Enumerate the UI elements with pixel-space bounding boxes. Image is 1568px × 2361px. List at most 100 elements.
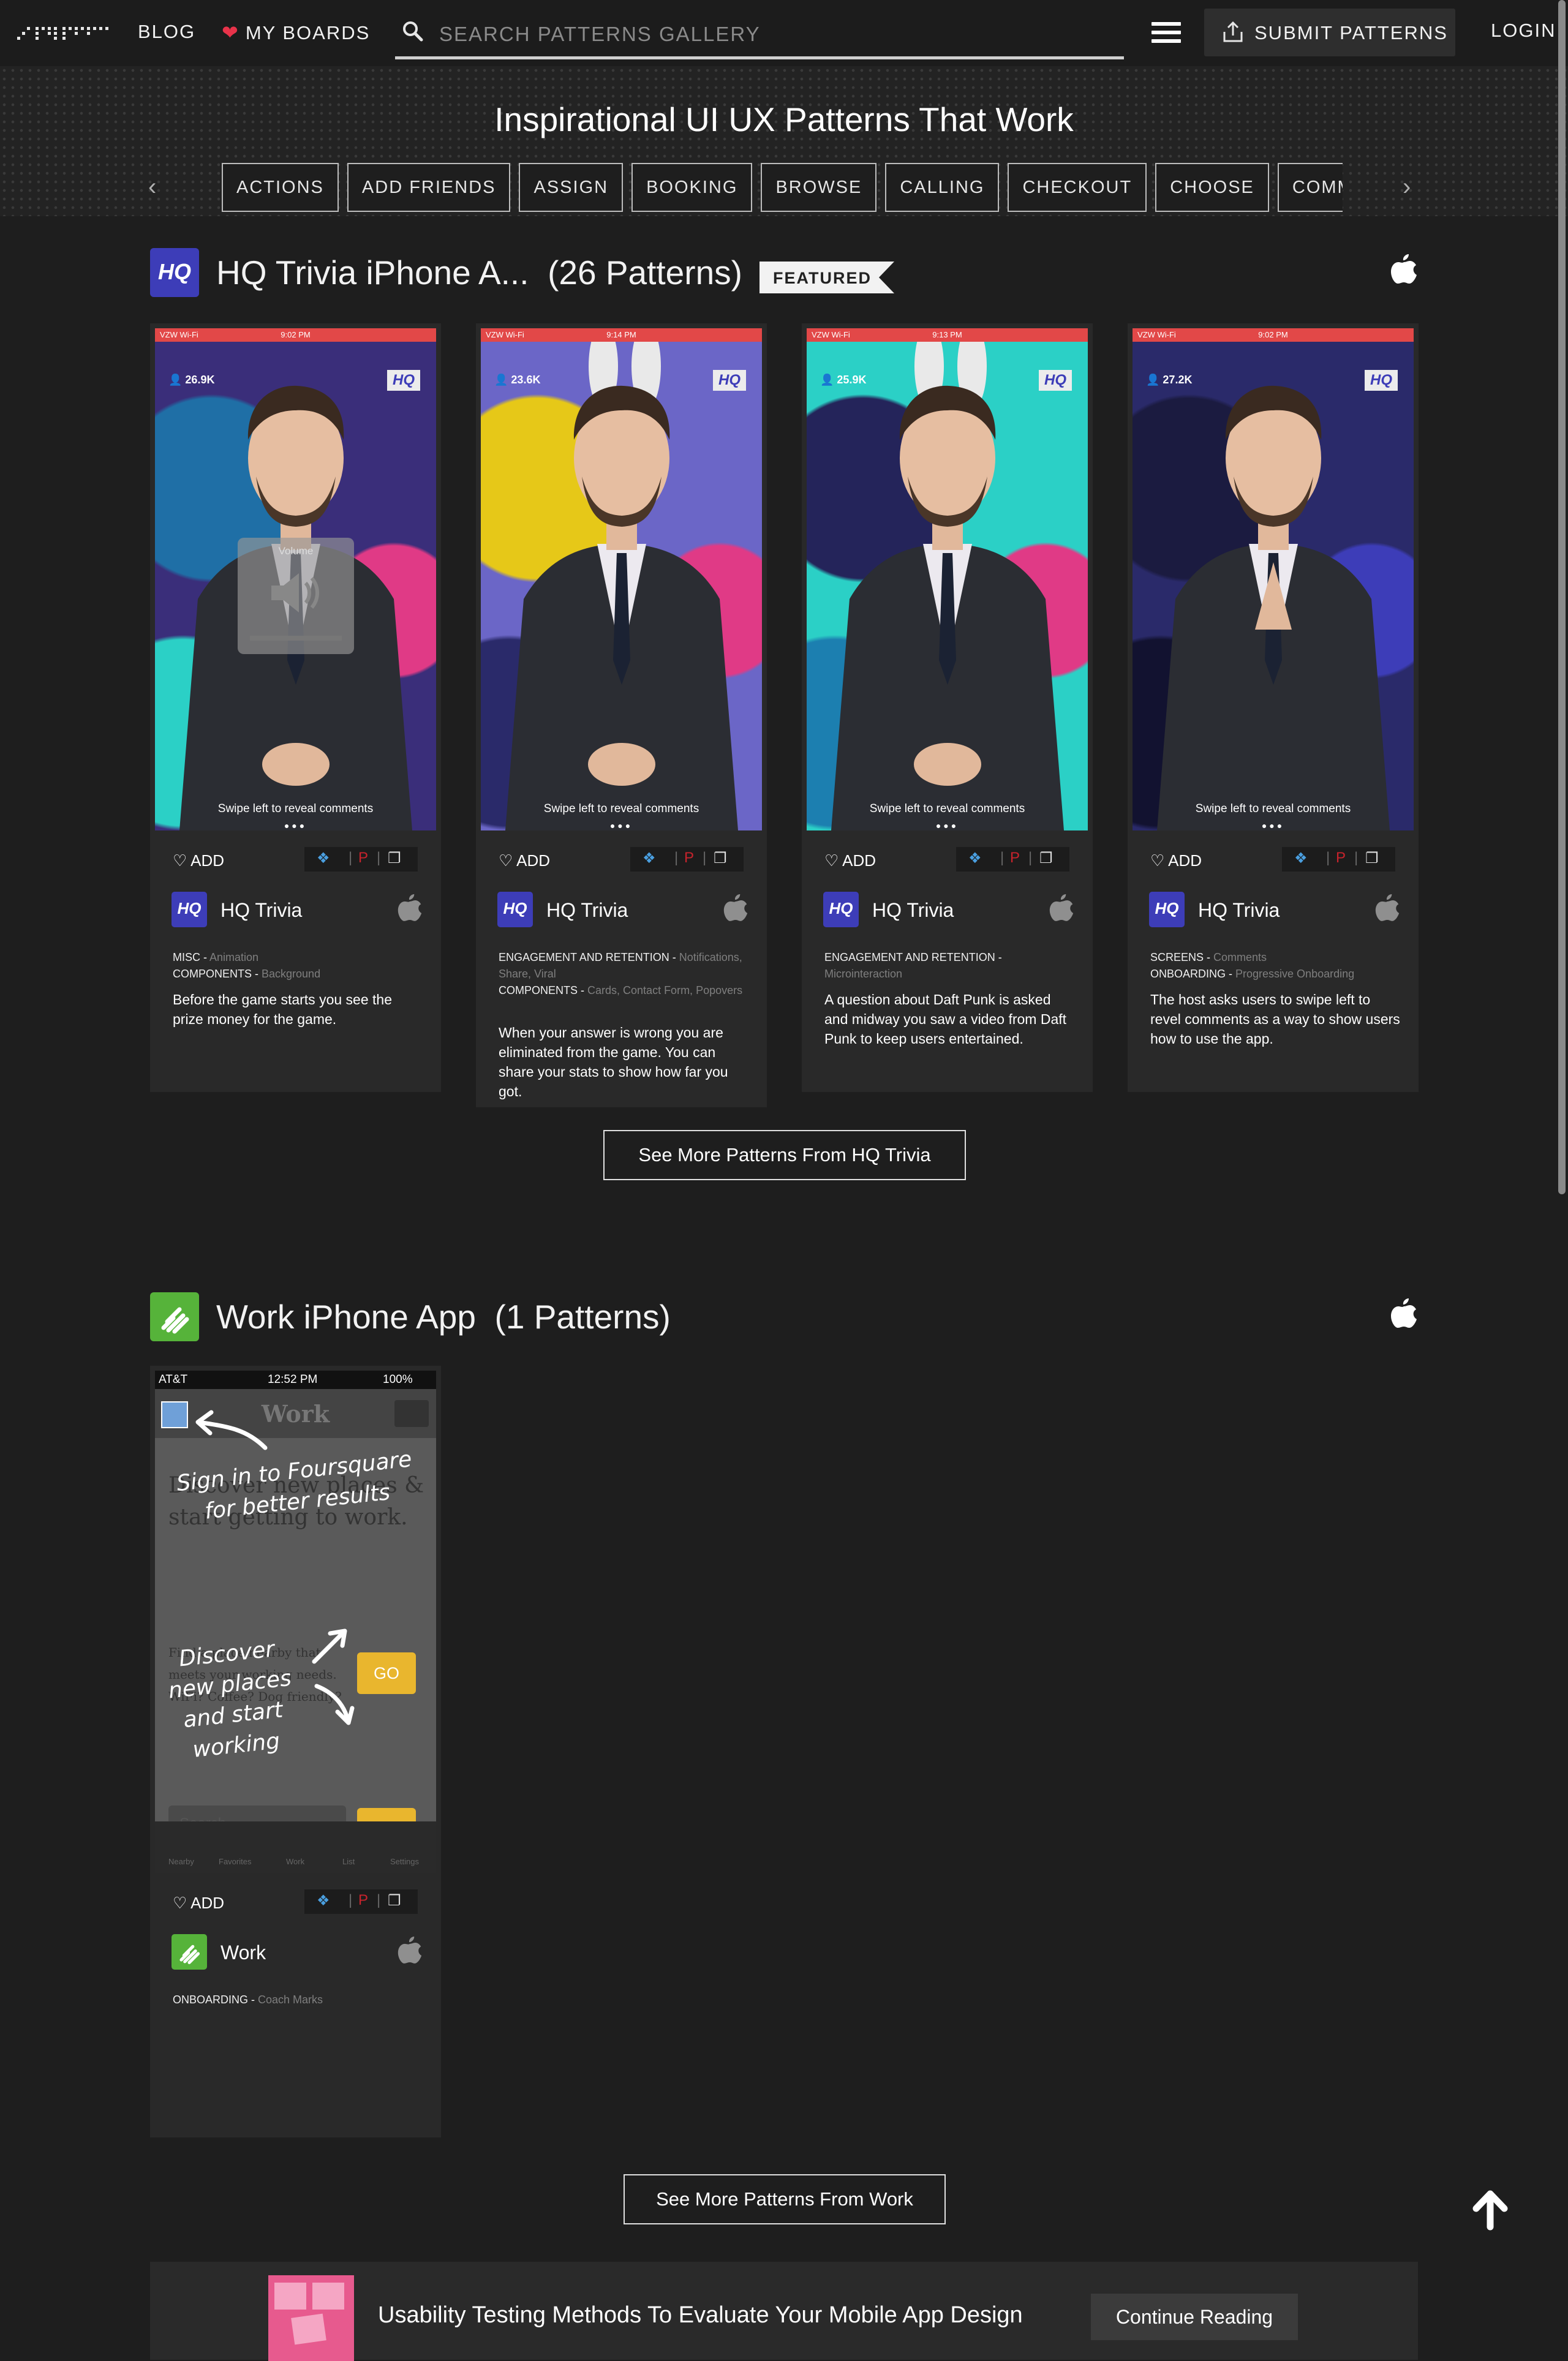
chevron-right-icon[interactable]: › [1403, 173, 1411, 201]
app-name[interactable]: Work [221, 1941, 266, 1964]
pattern-card-hq-trivia[interactable]: VZW Wi-Fi 9:13 PM 👤 25.9K HQ Swipe left to r… [802, 323, 1093, 1092]
upload-icon [1223, 21, 1243, 42]
tag-subcategory[interactable]: Progressive Onboarding [1235, 968, 1354, 980]
pattern-card-work[interactable]: AT&T 12:52 PM 100% Work Discover new pla… [150, 1366, 441, 2137]
add-to-board-button[interactable]: ♡ ADD [499, 851, 550, 870]
twitter-icon[interactable]: ❖ [317, 1892, 330, 1910]
category-chip-booking[interactable]: BOOKING [631, 163, 753, 212]
hq-trivia-app-icon[interactable]: HQ [1149, 892, 1185, 927]
category-chip-checkout[interactable]: CHECKOUT [1008, 163, 1147, 212]
app-name[interactable]: HQ Trivia [1198, 899, 1280, 922]
tag-category[interactable]: ONBOARDING [1150, 968, 1226, 980]
volume-hud: Volume [238, 538, 354, 654]
app-name[interactable]: HQ Trivia [221, 899, 302, 922]
page-dots: ●●● [935, 821, 959, 830]
tag-category[interactable]: COMPONENTS [173, 968, 252, 980]
hq-trivia-app-icon[interactable]: HQ [150, 248, 199, 297]
pinterest-icon[interactable]: P [684, 849, 694, 867]
tag-category[interactable]: ONBOARDING [173, 1994, 248, 2006]
tag-subcategory[interactable]: Microinteraction [824, 968, 902, 980]
twitter-icon[interactable]: ❖ [317, 849, 330, 867]
pattern-card-hq-trivia[interactable]: VZW Wi-Fi 9:02 PM 👤 27.2K HQ Swipe left to r… [1128, 323, 1419, 1092]
see-more-work-button[interactable]: See More Patterns From Work [624, 2174, 946, 2224]
menu-icon[interactable] [1152, 22, 1181, 44]
page-title: Inspirational UI UX Patterns That Work [494, 100, 1074, 138]
pinterest-icon[interactable]: P [1336, 849, 1346, 867]
tag-category[interactable]: MISC [173, 951, 200, 963]
scroll-to-top-icon[interactable] [1469, 2189, 1512, 2232]
pattern-screenshot[interactable]: VZW Wi-Fi 9:14 PM 👤 23.6K HQ Swipe left to r… [481, 328, 762, 830]
viewer-count: 👤 27.2K [1146, 374, 1193, 386]
pattern-screenshot[interactable]: VZW Wi-Fi 9:02 PM 👤 26.9K HQ Volume Swipe lef… [155, 328, 436, 830]
category-chip-choose[interactable]: CHOOSE [1155, 163, 1269, 212]
tag-category[interactable]: SCREENS [1150, 951, 1204, 963]
copy-icon[interactable]: ❐ [1365, 849, 1379, 867]
viewer-count: 👤 23.6K [494, 374, 541, 386]
pattern-screenshot[interactable]: VZW Wi-Fi 9:02 PM 👤 27.2K HQ Swipe left to r… [1133, 328, 1414, 830]
work-app-icon[interactable] [150, 1292, 199, 1341]
pinterest-icon[interactable]: P [358, 849, 368, 867]
app-name[interactable]: HQ Trivia [872, 899, 954, 922]
chevron-left-icon[interactable]: ‹ [148, 173, 156, 201]
pattern-description: Before the game starts you see the prize… [173, 992, 392, 1027]
nav-link-blog[interactable]: BLOG [138, 21, 195, 43]
category-chip-actions[interactable]: ACTIONS [222, 163, 339, 212]
pattern-card-hq-trivia[interactable]: VZW Wi-Fi 9:02 PM 👤 26.9K HQ Volume Swipe lef… [150, 323, 441, 1092]
tag-category[interactable]: ENGAGEMENT AND RETENTION [499, 951, 669, 963]
twitter-icon[interactable]: ❖ [968, 849, 982, 867]
category-chip-calling[interactable]: CALLING [885, 163, 1000, 212]
app-name[interactable]: HQ Trivia [546, 899, 628, 922]
hq-trivia-app-icon[interactable]: HQ [497, 892, 533, 927]
add-to-board-button[interactable]: ♡ ADD [173, 851, 224, 870]
copy-icon[interactable]: ❐ [1039, 849, 1053, 867]
twitter-icon[interactable]: ❖ [1294, 849, 1308, 867]
section-title[interactable]: HQ Trivia iPhone A... (26 Patterns) [216, 253, 742, 292]
tag-subcategory[interactable]: Coach Marks [258, 1994, 323, 2006]
article-title[interactable]: Usability Testing Methods To Evaluate Yo… [378, 2302, 1023, 2329]
site-logo[interactable] [17, 18, 109, 47]
copy-icon[interactable]: ❐ [388, 849, 401, 867]
pattern-card-hq-trivia[interactable]: VZW Wi-Fi 9:14 PM 👤 23.6K HQ Swipe left to r… [476, 323, 767, 1107]
category-chip-browse[interactable]: BROWSE [761, 163, 877, 212]
login-link[interactable]: LOGIN [1491, 20, 1556, 42]
category-filter-bar: ACTIONS ADD FRIENDS ASSIGN BOOKING BROWSE CAL… [222, 163, 1343, 216]
tag-subcategory[interactable]: Cards, Contact Form, Popovers [587, 984, 742, 996]
tag-subcategory[interactable]: Animation [209, 951, 258, 963]
app-info-row: HQ HQ Trivia [172, 892, 423, 928]
tag-subcategory[interactable]: Background [262, 968, 320, 980]
add-to-board-button[interactable]: ♡ ADD [824, 851, 876, 870]
article-promo-banner[interactable]: Usability Testing Methods To Evaluate Yo… [150, 2262, 1418, 2361]
apple-icon [1391, 1298, 1417, 1328]
coach-mark-discover: Discover new places and start working [167, 1636, 293, 1763]
tag-category[interactable]: ENGAGEMENT AND RETENTION [824, 951, 995, 963]
section-title[interactable]: Work iPhone App (1 Patterns) [216, 1297, 671, 1336]
scrollbar[interactable] [1558, 0, 1566, 1194]
add-to-board-button[interactable]: ♡ ADD [173, 1894, 224, 1913]
search-icon [403, 21, 423, 42]
tag-subcategory[interactable]: Comments [1213, 951, 1267, 963]
hq-trivia-app-icon[interactable]: HQ [172, 892, 207, 927]
pattern-screenshot[interactable]: VZW Wi-Fi 9:13 PM 👤 25.9K HQ Swipe left to r… [807, 328, 1088, 830]
pattern-description: A question about Daft Punk is asked and … [824, 992, 1067, 1047]
hq-trivia-app-icon[interactable]: HQ [823, 892, 859, 927]
category-chip-assign[interactable]: ASSIGN [519, 163, 624, 212]
category-chip-comment[interactable]: COMMENT CO [1277, 163, 1343, 212]
add-to-board-button[interactable]: ♡ ADD [1150, 851, 1202, 870]
host-figure [1157, 385, 1390, 830]
pinterest-icon[interactable]: P [1010, 849, 1020, 867]
search-input[interactable] [438, 17, 1114, 51]
pattern-screenshot[interactable]: AT&T 12:52 PM 100% Work Discover new pla… [155, 1371, 436, 1873]
see-more-hq-trivia-button[interactable]: See More Patterns From HQ Trivia [603, 1130, 966, 1180]
twitter-icon[interactable]: ❖ [643, 849, 656, 867]
ios-status-bar: VZW Wi-Fi 9:02 PM [1133, 328, 1414, 342]
pinterest-icon[interactable]: P [358, 1892, 368, 1909]
tag-category[interactable]: COMPONENTS [499, 984, 578, 996]
copy-icon[interactable]: ❐ [714, 849, 727, 867]
submit-patterns-button[interactable]: SUBMIT PATTERNS [1204, 9, 1455, 56]
search-bar [395, 13, 1124, 59]
category-chip-add-friends[interactable]: ADD FRIENDS [347, 163, 511, 212]
nav-link-my-boards[interactable]: ❤ MY BOARDS [222, 21, 370, 44]
work-app-icon[interactable] [172, 1934, 207, 1970]
continue-reading-button[interactable]: Continue Reading [1091, 2294, 1298, 2340]
copy-icon[interactable]: ❐ [388, 1892, 401, 1910]
